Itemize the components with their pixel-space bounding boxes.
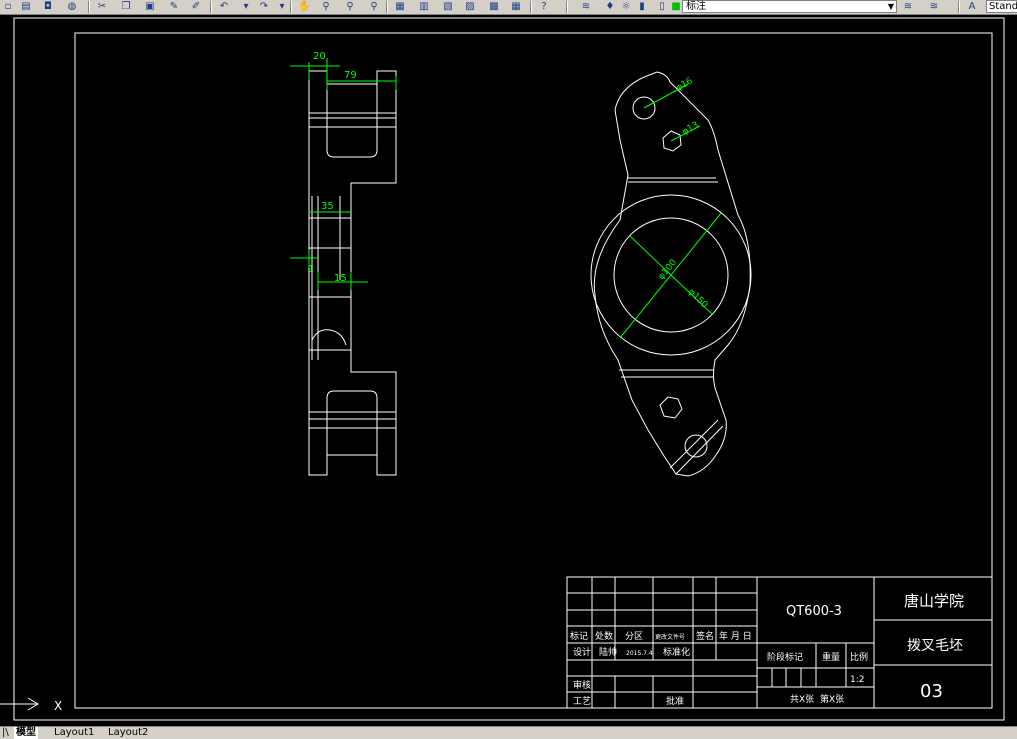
open-icon[interactable]: ▤ [20, 1, 32, 13]
tab-model[interactable]: 模型 [14, 727, 38, 739]
tb-review: 审核 [573, 679, 591, 691]
dim-35: 35 [321, 201, 334, 212]
dim-phi16: φ16 [675, 76, 695, 93]
sheetset-icon[interactable]: ▨ [464, 1, 476, 13]
color-icon[interactable]: ■ [670, 1, 682, 13]
text-style-name: Standard [989, 1, 1017, 12]
markup-icon[interactable]: ▩ [488, 1, 500, 13]
tb-weight-label: 重量 [822, 651, 840, 663]
zoom-window-icon[interactable]: ⚲ [344, 1, 356, 13]
tb-design-label: 设计 [573, 646, 591, 658]
cut-icon[interactable]: ✂ [96, 1, 108, 13]
match-prop-icon[interactable]: ✐ [190, 1, 202, 13]
toolpalette-icon[interactable]: ▧ [442, 1, 454, 13]
tb-sheet-no: 第X张 [820, 693, 844, 705]
save-icon[interactable]: ◘ [42, 1, 54, 13]
text-style-dropdown[interactable]: Standard [986, 0, 1017, 13]
tab-nav-arrows[interactable]: |\ [0, 727, 11, 739]
chevron-down-icon: ▼ [887, 2, 894, 11]
side-dimensions [290, 58, 397, 290]
dim-phi13: φ13 [681, 120, 701, 137]
pan-icon[interactable]: ✋ [298, 1, 310, 13]
part-name-text: 拨叉毛坯 [907, 638, 963, 654]
new-icon[interactable]: ▫ [2, 1, 14, 13]
tb-header-1: 处数 [595, 630, 613, 642]
properties-icon[interactable]: ▦ [394, 1, 406, 13]
material-text: QT600-3 [786, 604, 842, 619]
lock-icon[interactable]: ▮ [636, 1, 648, 13]
tb-header-4: 签名 [696, 630, 714, 642]
front-view [590, 71, 752, 477]
dim-phi150: φ150 [686, 287, 710, 311]
tb-scale-label: 比例 [850, 651, 868, 663]
tb-scale-value: 1:2 [850, 675, 864, 685]
calc-icon[interactable]: ▦ [510, 1, 522, 13]
dim-20: 20 [313, 51, 326, 62]
drawing-no-text: 03 [920, 681, 943, 702]
layer-states-icon[interactable]: ≋ [928, 1, 940, 13]
sun-icon[interactable]: ☼ [620, 1, 632, 13]
tab-layout2[interactable]: Layout2 [106, 727, 150, 739]
lightbulb-icon[interactable]: ♦ [604, 1, 616, 13]
layer-dropdown[interactable]: 标注 ▼ [682, 0, 897, 13]
tb-designer: 陆帅 [599, 646, 617, 658]
ucs-x-label: X [54, 699, 62, 713]
lock-open-icon[interactable]: ▯ [656, 1, 668, 13]
tab-layout1[interactable]: Layout1 [52, 727, 96, 739]
copy-icon[interactable]: ❐ [120, 1, 132, 13]
tb-stage-label: 阶段标记 [767, 651, 803, 663]
paste-icon[interactable]: ▣ [144, 1, 156, 13]
layer-previous-icon[interactable]: ≋ [902, 1, 914, 13]
tb-approve: 批准 [666, 695, 684, 707]
side-view [308, 70, 397, 476]
ucs-icon [0, 697, 39, 711]
layout-tabbar: |\ 模型 Layout1 Layout2 [0, 726, 1017, 739]
help-icon[interactable]: ? [538, 1, 550, 13]
chevron-down-icon[interactable]: ▾ [276, 1, 288, 13]
chevron-down-icon[interactable]: ▾ [240, 1, 252, 13]
tb-header-0: 标记 [570, 630, 588, 642]
layer-name: 标注 [686, 1, 706, 12]
drawing-frame [13, 17, 1005, 721]
tb-header-2: 分区 [625, 631, 643, 642]
plot-icon[interactable]: ◍ [66, 1, 78, 13]
zoom-icon[interactable]: ⚲ [320, 1, 332, 13]
match-icon[interactable]: ✎ [168, 1, 180, 13]
tb-sheets-total: 共X张 [790, 694, 814, 705]
undo-icon[interactable]: ↶ [218, 1, 230, 13]
layer-icon[interactable]: ≋ [580, 1, 592, 13]
tb-header-5: 年 月 日 [719, 630, 752, 642]
model-canvas[interactable]: 20 79 35 1 15 φ16 φ13 φ100 φ150 X QT600-… [0, 15, 1017, 726]
dim-79: 79 [344, 70, 357, 81]
tb-standard: 标准化 [663, 646, 690, 658]
dim-15: 15 [334, 273, 347, 284]
tb-date: 2015.7.4 [626, 650, 653, 657]
text-style-icon[interactable]: A [966, 1, 978, 13]
tb-header-3: 更改文件号 [655, 633, 685, 641]
school-text: 唐山学院 [904, 592, 964, 610]
zoom-previous-icon[interactable]: ⚲ [368, 1, 380, 13]
designcenter-icon[interactable]: ▥ [418, 1, 430, 13]
redo-icon[interactable]: ↷ [258, 1, 270, 13]
tb-process: 工艺 [573, 696, 591, 707]
standard-toolbar: ▫ ▤ ◘ ◍ ✂ ❐ ▣ ✎ ✐ ↶ ▾ ↷ ▾ ✋ ⚲ ⚲ ⚲ ▦ ▥ ▧ … [0, 0, 1017, 15]
dim-1: 1 [308, 264, 314, 275]
